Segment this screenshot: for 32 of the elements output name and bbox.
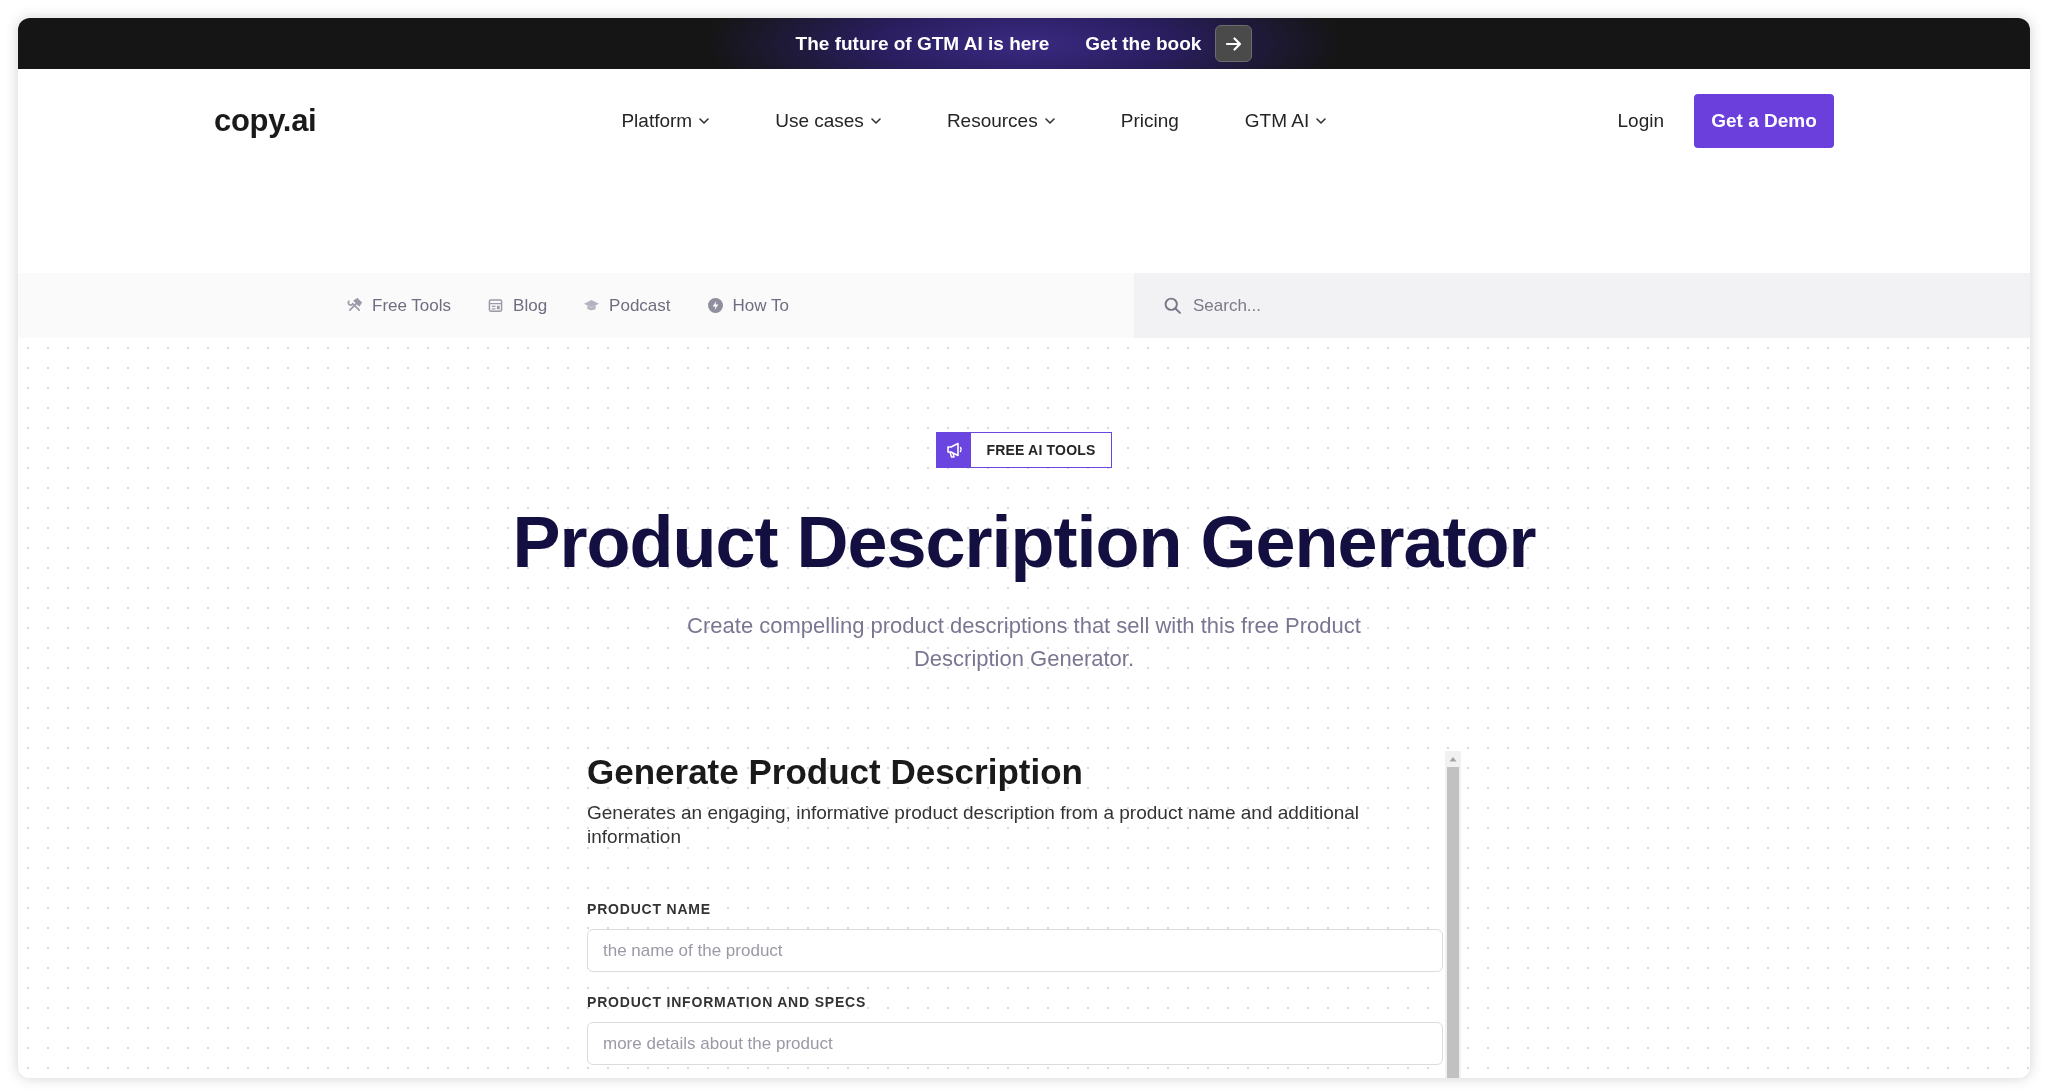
arrow-right-icon: [1225, 36, 1242, 51]
category-label: FREE AI TOOLS: [985, 442, 1097, 458]
nav-link[interactable]: Pricing: [1120, 110, 1179, 132]
page-title: Product Description Generator: [512, 502, 1536, 582]
form-title: Generate Product Description: [587, 751, 1084, 793]
graduation-cap-icon: [584, 298, 600, 313]
subnav-link[interactable]: Podcast: [584, 295, 671, 316]
nav-link[interactable]: Resources: [946, 110, 1055, 132]
arrow-button[interactable]: [1215, 25, 1253, 62]
subnav-link[interactable]: Free Tools: [347, 295, 452, 316]
input-field[interactable]: more details about the product: [587, 1022, 1443, 1065]
nav-link[interactable]: GTM AI: [1244, 110, 1327, 132]
field-label: PRODUCT NAME: [587, 901, 711, 917]
tools-icon: [347, 298, 362, 313]
newspaper-icon: [488, 298, 504, 313]
input-field[interactable]: the name of the product: [587, 929, 1443, 972]
page-subtitle: Create compelling product descriptions that sell with this free Product Description Generator.: [686, 612, 1362, 673]
field-label: PRODUCT INFORMATION AND SPECS: [587, 994, 867, 1010]
subnav-link[interactable]: Blog: [488, 295, 548, 316]
subnav-link[interactable]: How To: [707, 295, 789, 316]
nav-link[interactable]: Use cases: [775, 110, 881, 132]
announcement-text: The future of GTM AI is here: [795, 32, 1050, 55]
search-icon: [1164, 297, 1181, 314]
logo[interactable]: copy.ai: [214, 103, 317, 139]
bolt-icon: [707, 298, 723, 313]
search-field[interactable]: Search...: [1134, 273, 2030, 338]
login-link[interactable]: Login: [1617, 110, 1664, 132]
get-the-book-link[interactable]: Get the book: [1085, 32, 1202, 55]
nav-link[interactable]: Platform: [621, 110, 710, 132]
scrollbar[interactable]: [1445, 751, 1461, 1078]
get-demo-button[interactable]: Get a Demo: [1694, 94, 1834, 148]
form-description: Generates an engaging, informative product description from a product name and additional information: [587, 801, 1361, 849]
